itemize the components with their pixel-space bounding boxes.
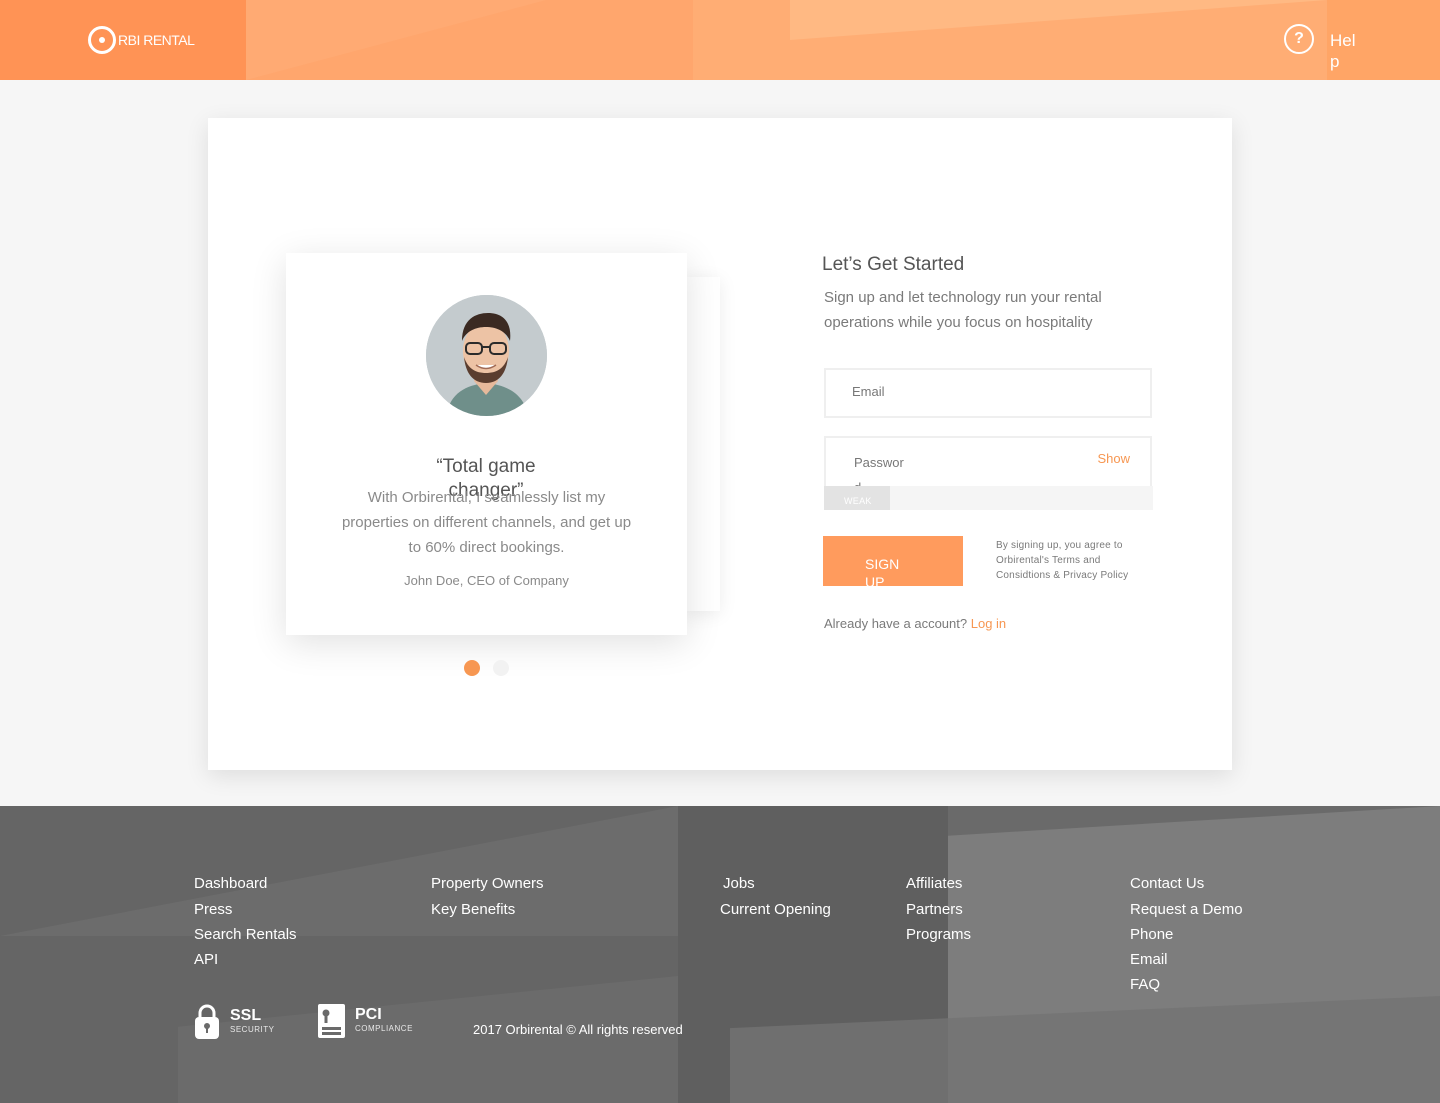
testimonial-card-next (686, 277, 720, 611)
password-strength-label: WEAK (844, 496, 872, 506)
footer-link-jobs[interactable]: Jobs (723, 874, 831, 894)
portrait-image (426, 295, 547, 416)
footer-link-partners[interactable]: Partners (906, 897, 971, 922)
footer-link-affiliates[interactable]: Affiliates (906, 874, 971, 894)
footer-link-contact-us[interactable]: Contact Us (1130, 874, 1243, 894)
email-field-wrapper (824, 368, 1152, 418)
copyright-text: 2017 Orbirental © All rights reserved (473, 1022, 683, 1037)
carousel-dot-2[interactable] (493, 660, 509, 676)
question-mark-icon: ? (1284, 24, 1314, 54)
footer-link-phone[interactable]: Phone (1130, 922, 1243, 947)
pci-badge: PCI COMPLIANCE (318, 1004, 413, 1038)
certificate-icon (318, 1004, 345, 1038)
logo-text: RBI RENTAL (118, 32, 195, 48)
footer-link-press[interactable]: Press (194, 897, 297, 922)
ssl-badge: SSL SECURITY (194, 1004, 274, 1040)
footer-link-programs[interactable]: Programs (906, 922, 971, 947)
footer-link-key-benefits[interactable]: Key Benefits (431, 897, 544, 922)
ssl-title: SSL (230, 1007, 262, 1024)
footer-link-current-opening[interactable]: Current Opening (720, 897, 831, 922)
sign-up-label: SIGN UP (865, 556, 900, 586)
footer-column-3: Jobs Current Opening (720, 874, 831, 922)
password-field-wrapper[interactable]: Password Show (824, 436, 1152, 495)
site-footer: Dashboard Press Search Rentals API Prope… (0, 806, 1440, 1103)
signup-card: “Total game changer” With Orbirental, I … (208, 118, 1232, 770)
show-password-button[interactable]: Show (1097, 451, 1130, 466)
login-prompt: Already have a account? (824, 616, 968, 631)
footer-link-dashboard[interactable]: Dashboard (194, 874, 297, 894)
form-title: Let’s Get Started (822, 254, 965, 275)
terms-notice: By signing up, you agree to Orbirental's… (996, 540, 1129, 581)
testimonial-card: “Total game changer” With Orbirental, I … (286, 253, 687, 635)
footer-column-1: Dashboard Press Search Rentals API (194, 874, 297, 972)
sign-up-button[interactable]: SIGN UP (823, 536, 963, 586)
avatar (426, 295, 547, 416)
login-prompt-line: Already have a account? Log in (824, 616, 1006, 631)
footer-link-faq[interactable]: FAQ (1130, 972, 1243, 997)
footer-column-2: Property Owners Key Benefits (431, 874, 544, 922)
testimonial-author: John Doe, CEO of Company (404, 573, 569, 588)
carousel-dot-1[interactable] (464, 660, 480, 676)
email-input[interactable] (852, 384, 1092, 399)
logo-ring-icon (88, 26, 116, 54)
help-label: Help (1330, 31, 1356, 71)
footer-link-request-demo[interactable]: Request a Demo (1130, 897, 1243, 922)
login-link[interactable]: Log in (971, 616, 1006, 631)
orbirental-logo[interactable]: RBI RENTAL (88, 26, 195, 54)
top-header: RBI RENTAL ? Help (0, 0, 1440, 80)
footer-column-4: Affiliates Partners Programs (906, 874, 971, 947)
form-subtitle: Sign up and let technology run your rent… (824, 289, 1102, 331)
carousel-pagination (464, 660, 522, 676)
lock-icon (195, 1004, 219, 1039)
pci-subtitle: COMPLIANCE (355, 1024, 413, 1033)
footer-link-property-owners[interactable]: Property Owners (431, 874, 544, 894)
footer-link-email[interactable]: Email (1130, 947, 1243, 972)
footer-column-5: Contact Us Request a Demo Phone Email FA… (1130, 874, 1243, 997)
footer-link-api[interactable]: API (194, 947, 297, 972)
ssl-subtitle: SECURITY (230, 1025, 275, 1034)
testimonial-quote: With Orbirental, I seamlessly list my pr… (341, 489, 632, 556)
footer-link-search-rentals[interactable]: Search Rentals (194, 922, 297, 947)
pci-title: PCI (355, 1006, 382, 1023)
password-strength-meter: WEAK (824, 486, 1153, 510)
help-link[interactable]: ? Help (1284, 24, 1356, 72)
